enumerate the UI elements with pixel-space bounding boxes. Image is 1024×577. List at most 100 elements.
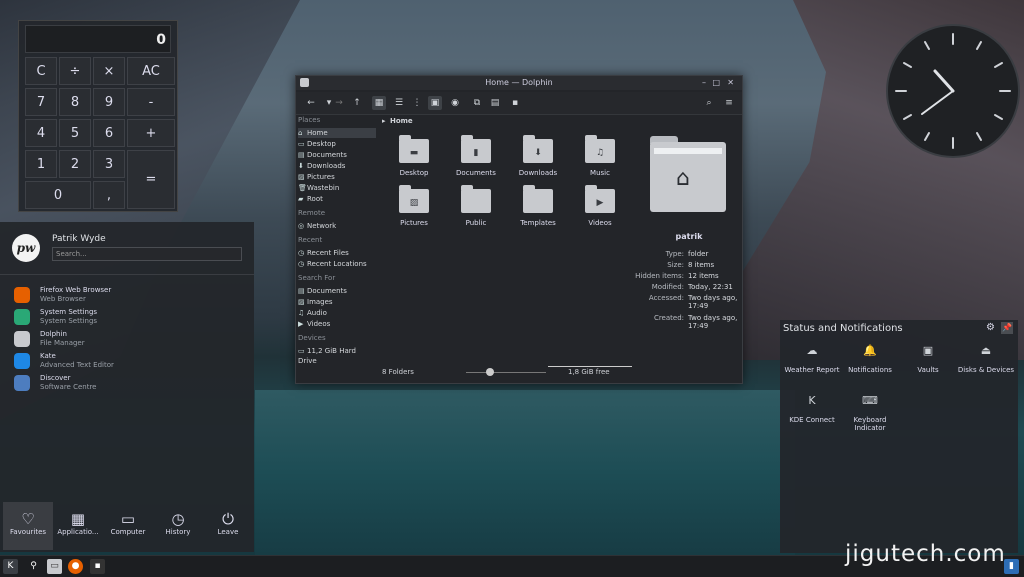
launcher-tab[interactable]: ♡ Favourites — [3, 502, 53, 550]
compact-view-icon[interactable]: ☰ — [392, 96, 406, 110]
details-view-icon[interactable]: ⋮ — [410, 96, 424, 110]
folder-item[interactable]: Public — [451, 185, 501, 227]
calc-key[interactable]: 6 — [93, 119, 125, 147]
status-item[interactable]: ▣ Vaults — [899, 344, 957, 374]
calc-key[interactable]: 0 — [25, 181, 91, 209]
firefox-task-icon[interactable]: ● — [68, 559, 83, 574]
minimize-icon[interactable]: – — [702, 76, 706, 90]
calc-key[interactable]: - — [127, 88, 175, 116]
search-input[interactable]: Search... — [52, 247, 242, 261]
show-hidden-icon[interactable]: ◉ — [448, 96, 462, 110]
status-item[interactable]: ☁ Weather Report — [783, 344, 841, 374]
split-icon[interactable]: ⧉ — [470, 96, 484, 110]
folder-item[interactable]: ▮ Documents — [451, 135, 501, 177]
calc-key[interactable]: 3 — [93, 150, 125, 178]
launcher-app-item[interactable]: Firefox Web Browser Web Browser — [14, 284, 244, 306]
places-item[interactable]: ▤ Documents — [298, 286, 376, 296]
app-name: System Settings — [40, 308, 98, 316]
places-item[interactable]: ♫ Audio — [298, 308, 376, 318]
calc-key[interactable]: 8 — [59, 88, 91, 116]
places-item-icon: ▨ — [298, 298, 305, 306]
places-item[interactable]: ▭ Desktop — [298, 139, 376, 149]
breadcrumb[interactable]: ▸ Home — [382, 117, 413, 125]
maximize-icon[interactable]: □ — [712, 76, 720, 90]
places-item[interactable]: ▨ Images — [298, 297, 376, 307]
places-item[interactable]: ▶ Videos — [298, 319, 376, 329]
dolphin-app-icon — [300, 78, 309, 87]
avatar[interactable]: pw — [12, 234, 40, 262]
launcher-tab[interactable]: ▦ Applicatio... — [53, 502, 103, 550]
calc-key[interactable]: 1 — [25, 150, 57, 178]
calc-key[interactable]: ÷ — [59, 57, 91, 85]
calc-key[interactable]: 4 — [25, 119, 57, 147]
folder-icon: ⬇ — [523, 135, 553, 163]
launcher-app-item[interactable]: Kate Advanced Text Editor — [14, 350, 244, 372]
status-item[interactable]: ⌨ Keyboard Indicator — [841, 394, 899, 432]
places-item[interactable]: ▨ Pictures — [298, 172, 376, 182]
info-name: patrik — [675, 232, 703, 241]
zoom-slider[interactable] — [466, 368, 546, 376]
folder-glyph — [523, 194, 553, 213]
places-item[interactable]: ◷ Recent Locations — [298, 259, 376, 269]
terminal-icon[interactable]: ▪ — [508, 96, 522, 110]
launcher-app-item[interactable]: Discover Software Centre — [14, 372, 244, 394]
settings-icon[interactable]: ⚙ — [986, 322, 995, 333]
folder-icon: ▮ — [461, 135, 491, 163]
window-titlebar[interactable]: Home — Dolphin – □ ✕ — [296, 76, 742, 90]
up-icon[interactable]: ↑ — [350, 96, 364, 110]
status-item[interactable]: ⏏ Disks & Devices — [957, 344, 1015, 374]
pin-icon[interactable]: 📌 — [1001, 322, 1013, 334]
calc-key[interactable]: C — [25, 57, 57, 85]
places-item-icon: ⬇ — [298, 162, 304, 170]
folder-item[interactable]: Templates — [513, 185, 563, 227]
icons-view-icon[interactable]: ▦ — [372, 96, 386, 110]
launcher-tab[interactable]: ▭ Computer — [103, 502, 153, 550]
calc-key[interactable]: , — [93, 181, 125, 209]
launcher-tab[interactable]: ◷ History — [153, 502, 203, 550]
info-key: Modified: — [651, 283, 684, 291]
calc-key[interactable]: = — [127, 150, 175, 209]
places-item[interactable]: 🗑Wastebin — [298, 183, 376, 193]
places-item[interactable]: ◎ Network — [298, 221, 376, 231]
show-desktop-icon[interactable]: ▮ — [1004, 559, 1019, 574]
calc-key[interactable]: AC — [127, 57, 175, 85]
preview-icon[interactable]: ▣ — [428, 96, 442, 110]
launcher-app-item[interactable]: System Settings System Settings — [14, 306, 244, 328]
status-item[interactable]: 🔔 Notifications — [841, 344, 899, 374]
calc-key[interactable]: 5 — [59, 119, 91, 147]
status-item-icon: ☁ — [806, 344, 818, 357]
folder-item[interactable]: ▨ Pictures — [389, 185, 439, 227]
folder-item[interactable]: ♫ Music — [575, 135, 625, 177]
calc-key[interactable]: 9 — [93, 88, 125, 116]
search-icon[interactable]: ⌕ — [702, 96, 716, 110]
launcher-tab[interactable]: ⏻ Leave — [203, 502, 253, 550]
close-icon[interactable]: ✕ — [727, 76, 734, 90]
terminal-task-icon[interactable]: ▪ — [90, 559, 105, 574]
places-item[interactable]: ▭ 11,2 GiB Hard Drive — [298, 346, 376, 365]
app-description: File Manager — [40, 339, 85, 347]
folder-item[interactable]: ▬ Desktop — [389, 135, 439, 177]
places-item[interactable]: ▤ Documents — [298, 150, 376, 160]
calculator-display: 0 — [25, 25, 171, 53]
new-folder-icon[interactable]: ▤ — [488, 96, 502, 110]
zoom-slider-handle[interactable] — [486, 368, 494, 376]
folder-label: Templates — [520, 219, 556, 227]
calc-key[interactable]: + — [127, 119, 175, 147]
forward-icon[interactable]: → — [332, 96, 346, 110]
launcher-app-item[interactable]: Dolphin File Manager — [14, 328, 244, 350]
places-item[interactable]: ◷ Recent Files — [298, 248, 376, 258]
kde-launcher-icon[interactable]: K — [3, 559, 18, 574]
dolphin-task-icon[interactable]: ▭ — [47, 559, 62, 574]
folder-item[interactable]: ▶ Videos — [575, 185, 625, 227]
status-item[interactable]: K KDE Connect — [783, 394, 841, 424]
places-item[interactable]: ⌂ Home — [298, 128, 376, 138]
calc-key[interactable]: 2 — [59, 150, 91, 178]
places-item[interactable]: ⬇ Downloads — [298, 161, 376, 171]
menu-icon[interactable]: ≡ — [722, 96, 736, 110]
calc-key[interactable]: 7 — [25, 88, 57, 116]
folder-item[interactable]: ⬇ Downloads — [513, 135, 563, 177]
pin-icon[interactable]: ⚲ — [26, 559, 41, 574]
places-item[interactable]: ▰ Root — [298, 194, 376, 204]
back-icon[interactable]: ← — [304, 96, 318, 110]
calc-key[interactable]: × — [93, 57, 125, 85]
